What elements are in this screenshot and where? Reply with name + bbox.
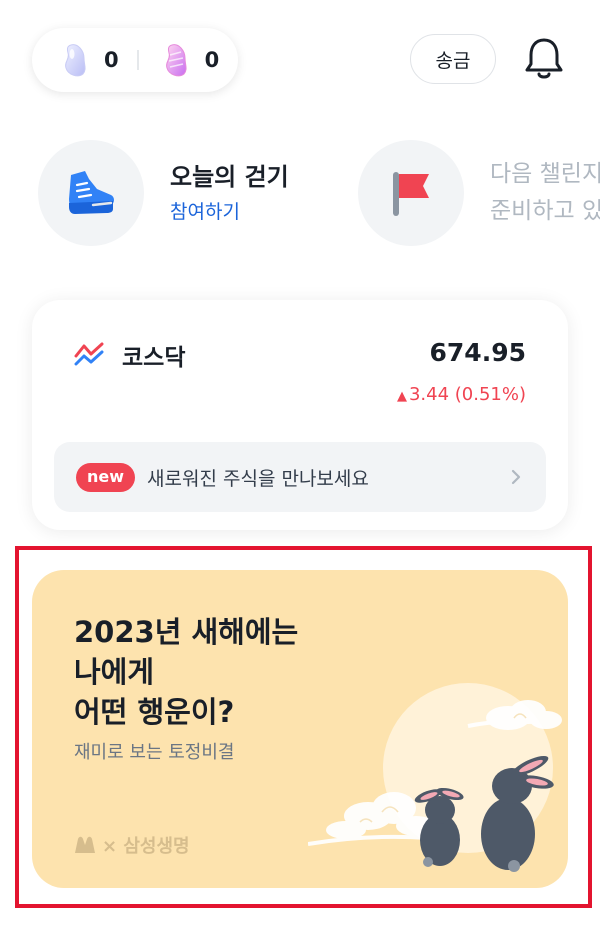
walking-challenge[interactable]: 오늘의 걷기 참여하기 [38, 140, 289, 246]
new-badge: new [76, 462, 136, 492]
points-divider [136, 50, 139, 70]
sneaker-icon [69, 171, 114, 214]
walking-challenge-text: 오늘의 걷기 참여하기 [170, 161, 289, 225]
index-change-value: 3.44 (0.51%) [408, 384, 526, 405]
bell-icon[interactable] [522, 36, 566, 82]
purple-point-item: 0 [62, 43, 119, 77]
new-stock-banner[interactable]: new 새로워진 주식을 만나보세요 [54, 442, 546, 512]
highlight-frame [15, 546, 592, 908]
jelly-bean-pink-icon [165, 44, 187, 77]
next-challenge-line1: 다음 챌린지 [490, 161, 600, 187]
next-challenge-line2: 준비하고 있어요 [490, 198, 600, 224]
chevron-right-icon [511, 469, 521, 485]
pink-point-item: 0 [163, 43, 220, 77]
walking-challenge-icon-circle [38, 140, 144, 246]
index-name: 코스닥 [122, 345, 186, 371]
index-change: ▲ 3.44 (0.51%) [397, 384, 526, 405]
up-triangle-icon: ▲ [396, 389, 407, 404]
next-challenge-text: 다음 챌린지 준비하고 있어요 [490, 156, 600, 230]
jelly-bean-purple-icon [65, 44, 86, 77]
next-challenge-icon-circle [358, 140, 464, 246]
purple-point-count: 0 [104, 48, 119, 72]
points-pill[interactable]: 0 0 [32, 28, 238, 92]
home-screen: 0 0 송금 오늘의 걷기 참여하기 다음 챌린지 준비하고 있 코스닥 674… [0, 0, 600, 947]
stock-chart-icon [74, 342, 104, 366]
flag-icon [393, 172, 429, 216]
kosdaq-index-card[interactable]: 코스닥 674.95 ▲ 3.44 (0.51%) new 새로워진 주식을 만나… [32, 300, 568, 530]
walking-challenge-join-link[interactable]: 참여하기 [170, 199, 289, 225]
index-value: 674.95 [429, 338, 526, 367]
send-money-button[interactable]: 송금 [410, 34, 496, 84]
new-stock-banner-text: 새로워진 주식을 만나보세요 [147, 467, 369, 490]
pink-point-count: 0 [204, 48, 220, 72]
walking-challenge-title: 오늘의 걷기 [170, 163, 289, 191]
next-challenge[interactable]: 다음 챌린지 준비하고 있어요 [358, 140, 600, 246]
